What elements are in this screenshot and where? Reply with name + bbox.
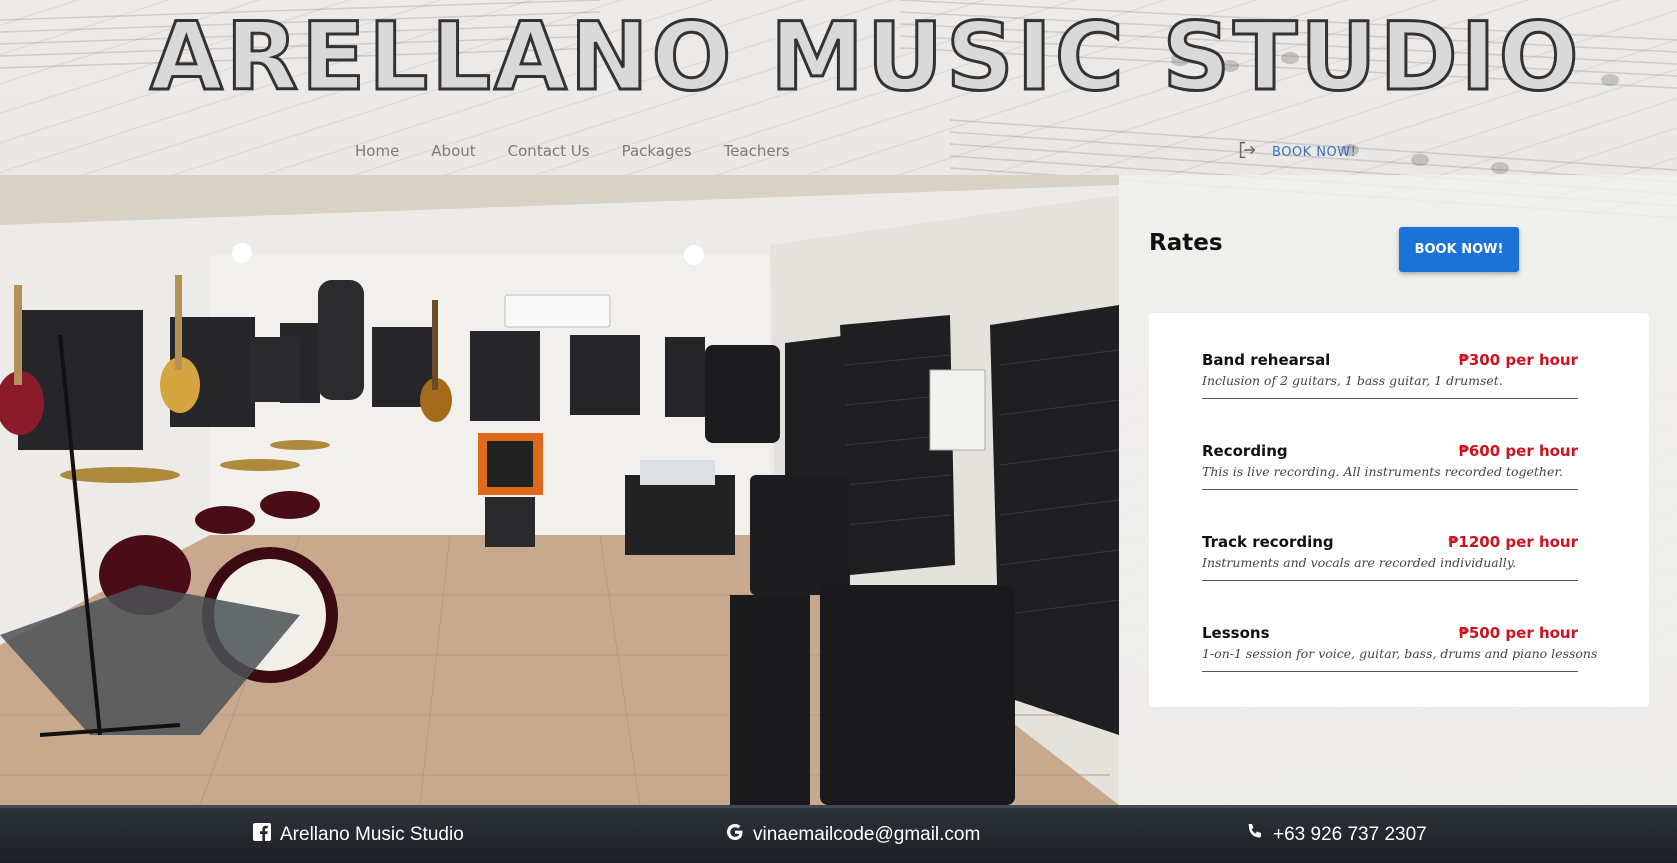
studio-photo — [0, 175, 1119, 805]
rate-name: Track recording — [1202, 533, 1334, 551]
rate-item-band-rehearsal: Band rehearsal ₱300 per hour Inclusion o… — [1202, 351, 1578, 399]
footer-email-link[interactable]: vinaemailcode@gmail.com — [725, 822, 980, 848]
footer-phone-label: +63 926 737 2307 — [1273, 824, 1427, 845]
rates-panel: Rates BOOK NOW! Band rehearsal ₱300 per … — [1119, 175, 1677, 809]
rate-name: Band rehearsal — [1202, 351, 1331, 369]
rates-card: Band rehearsal ₱300 per hour Inclusion o… — [1149, 313, 1649, 707]
rate-price: ₱1200 per hour — [1448, 533, 1578, 551]
google-icon — [725, 822, 745, 848]
book-now-button[interactable]: BOOK NOW! — [1399, 227, 1519, 272]
nav-contact-us[interactable]: Contact Us — [508, 142, 590, 160]
rate-price: ₱500 per hour — [1458, 624, 1578, 642]
site-title-logo[interactable]: ARELLANO MUSIC STUDIO — [149, 6, 1581, 109]
rate-name: Recording — [1202, 442, 1288, 460]
nav-teachers[interactable]: Teachers — [724, 142, 790, 160]
rate-item-recording: Recording ₱600 per hour This is live rec… — [1202, 442, 1578, 490]
rates-title: Rates — [1149, 230, 1223, 256]
footer-phone-link[interactable]: +63 926 737 2307 — [1245, 822, 1427, 848]
rate-description: 1-on-1 session for voice, guitar, bass, … — [1202, 646, 1598, 661]
rate-price: ₱600 per hour — [1458, 442, 1578, 460]
rate-description: Instruments and vocals are recorded indi… — [1202, 555, 1517, 570]
facebook-icon — [252, 822, 272, 848]
rate-name: Lessons — [1202, 624, 1270, 642]
rate-item-lessons: Lessons ₱500 per hour 1-on-1 session for… — [1202, 624, 1597, 672]
rate-item-track-recording: Track recording ₱1200 per hour Instrumen… — [1202, 533, 1578, 581]
rate-description: Inclusion of 2 guitars, 1 bass guitar, 1… — [1202, 373, 1503, 388]
site-footer: Arellano Music Studio vinaemailcode@gmai… — [0, 805, 1677, 863]
header-book-now-link[interactable]: BOOK NOW! — [1236, 139, 1356, 165]
footer-facebook-link[interactable]: Arellano Music Studio — [252, 822, 464, 848]
rate-description: This is live recording. All instruments … — [1202, 464, 1563, 479]
rate-price: ₱300 per hour — [1458, 351, 1578, 369]
footer-facebook-label: Arellano Music Studio — [280, 824, 464, 845]
login-icon — [1236, 139, 1258, 165]
main-nav: Home About Contact Us Packages Teachers — [355, 142, 822, 160]
phone-icon — [1245, 822, 1265, 848]
nav-packages[interactable]: Packages — [622, 142, 692, 160]
footer-email-label: vinaemailcode@gmail.com — [753, 824, 981, 845]
nav-about[interactable]: About — [431, 142, 475, 160]
nav-home[interactable]: Home — [355, 142, 399, 160]
header-book-now-label: BOOK NOW! — [1272, 144, 1357, 160]
site-header: ARELLANO MUSIC STUDIO Home About Contact… — [0, 0, 1677, 175]
